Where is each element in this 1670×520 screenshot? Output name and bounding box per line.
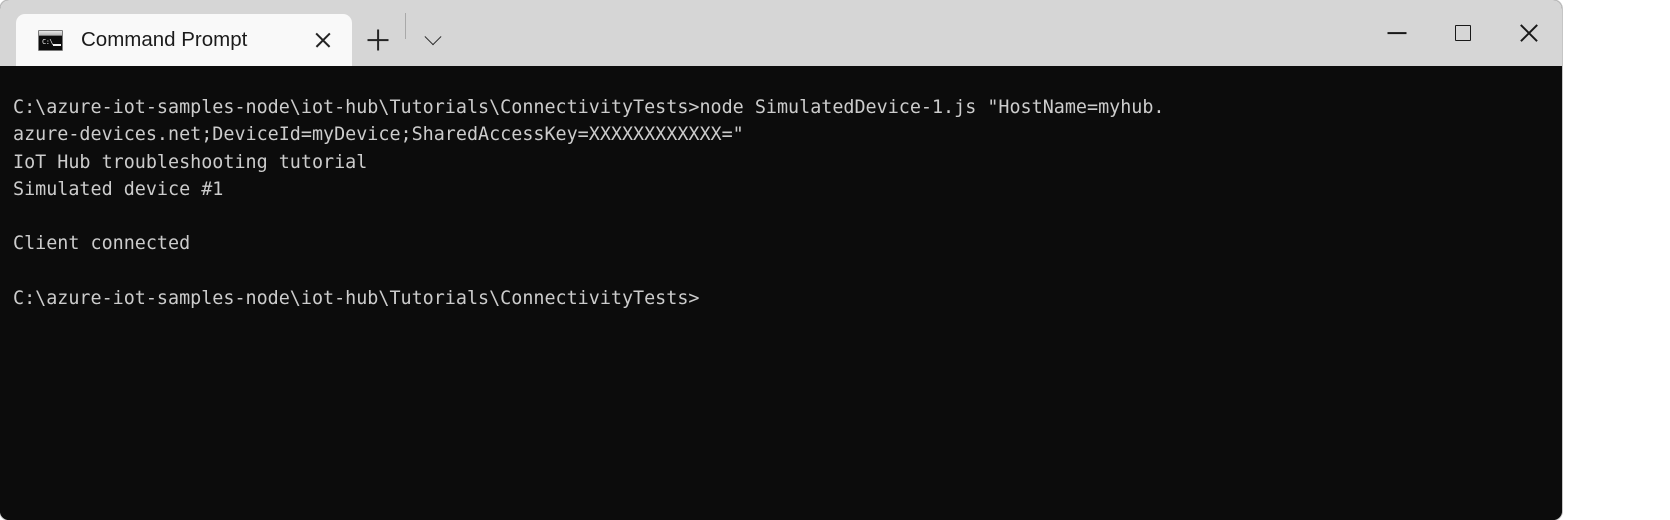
maximize-button[interactable] [1430,0,1496,66]
close-window-button[interactable] [1496,0,1562,66]
tab-close-icon[interactable] [302,19,344,61]
icon-title-bar [39,30,62,36]
terminal-output-area[interactable]: C:\azure-iot-samples-node\iot-hub\Tutori… [0,66,1562,520]
new-tab-button[interactable] [352,14,404,66]
icon-prompt-text: C:\ [42,37,54,46]
tab-title-label: Command Prompt [81,28,248,51]
tab-strip: C:\ Command Prompt [0,0,459,66]
command-prompt-window: C:\ Command Prompt C:\azure-iot-samples-… [0,0,1562,520]
command-prompt-window-root: C:\ Command Prompt C:\azure-iot-samples-… [0,0,1562,520]
title-bar[interactable]: C:\ Command Prompt [0,0,1562,66]
window-controls [1364,0,1562,66]
tab-dropdown-button[interactable] [407,14,459,66]
minimize-button[interactable] [1364,0,1430,66]
command-prompt-icon: C:\ [38,29,63,51]
terminal-text: C:\azure-iot-samples-node\iot-hub\Tutori… [13,97,1165,310]
tab-command-prompt[interactable]: C:\ Command Prompt [16,14,352,66]
tab-controls-separator [405,13,406,39]
icon-cursor [53,43,61,46]
